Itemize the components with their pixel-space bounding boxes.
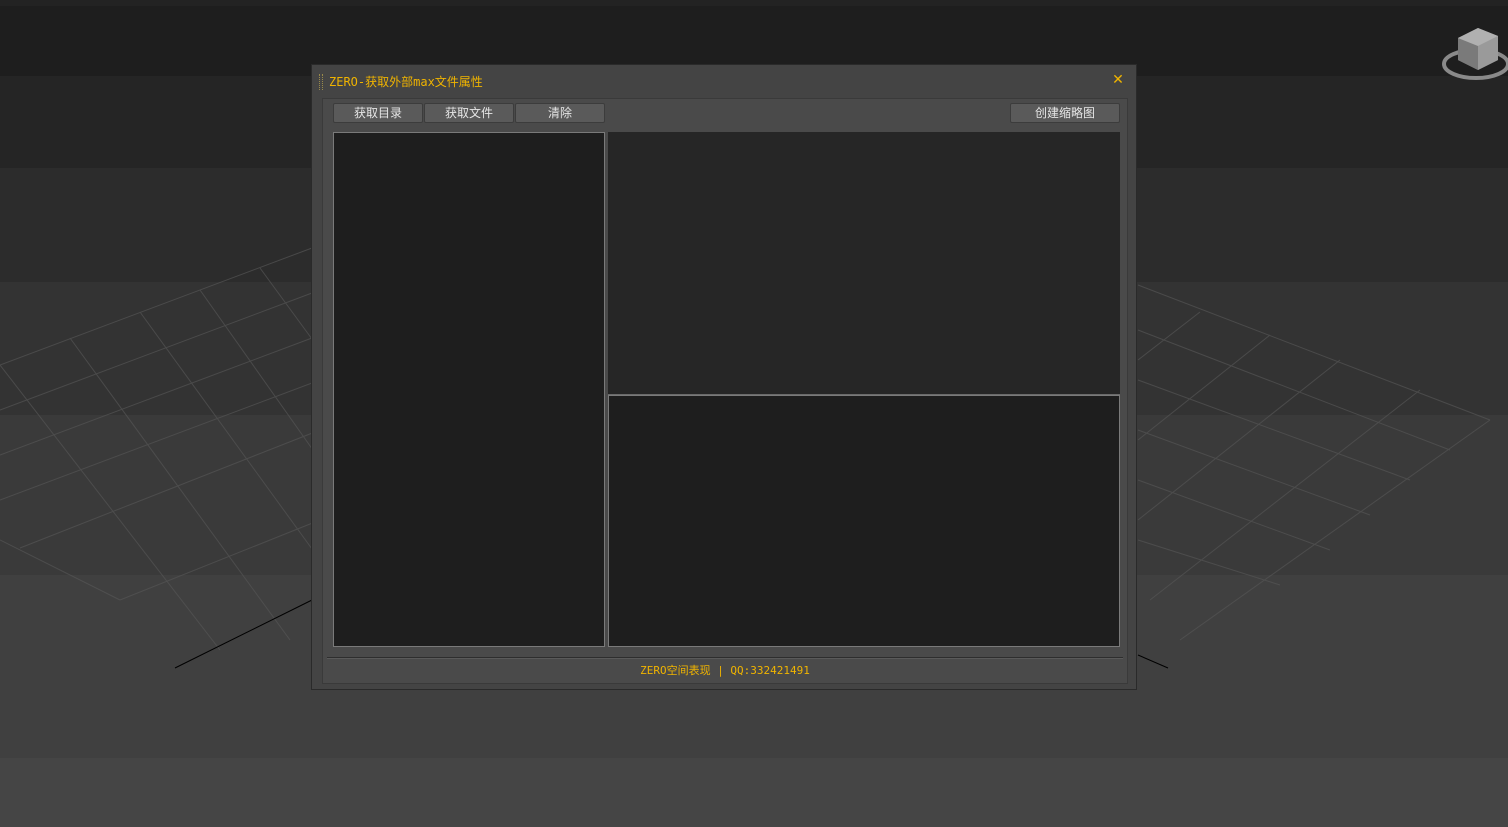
clear-button[interactable]: 清除 <box>515 103 605 123</box>
dialog-title: ZERO-获取外部max文件属性 <box>329 75 483 89</box>
get-directory-button[interactable]: 获取目录 <box>333 103 423 123</box>
drag-grip-icon[interactable] <box>319 74 323 90</box>
footer-credit: ZERO空间表现 | QQ:332421491 <box>640 664 810 677</box>
get-file-button[interactable]: 获取文件 <box>424 103 514 123</box>
file-list-box[interactable] <box>333 132 605 647</box>
footer-divider <box>327 657 1123 659</box>
dialog-content: 获取目录 获取文件 清除 创建缩略图 ZERO空间表现 | QQ:3324214… <box>322 98 1128 684</box>
create-thumbnail-button[interactable]: 创建缩略图 <box>1010 103 1120 123</box>
viewcube-icon[interactable] <box>1440 22 1508 84</box>
close-icon[interactable]: ✕ <box>1110 72 1126 88</box>
get-max-file-properties-dialog: ZERO-获取外部max文件属性 ✕ 获取目录 获取文件 清除 创建缩略图 ZE… <box>311 64 1137 690</box>
file-properties-panel[interactable] <box>608 395 1120 647</box>
thumbnail-preview-panel <box>608 132 1120 395</box>
dialog-titlebar[interactable]: ZERO-获取外部max文件属性 ✕ <box>312 65 1136 97</box>
